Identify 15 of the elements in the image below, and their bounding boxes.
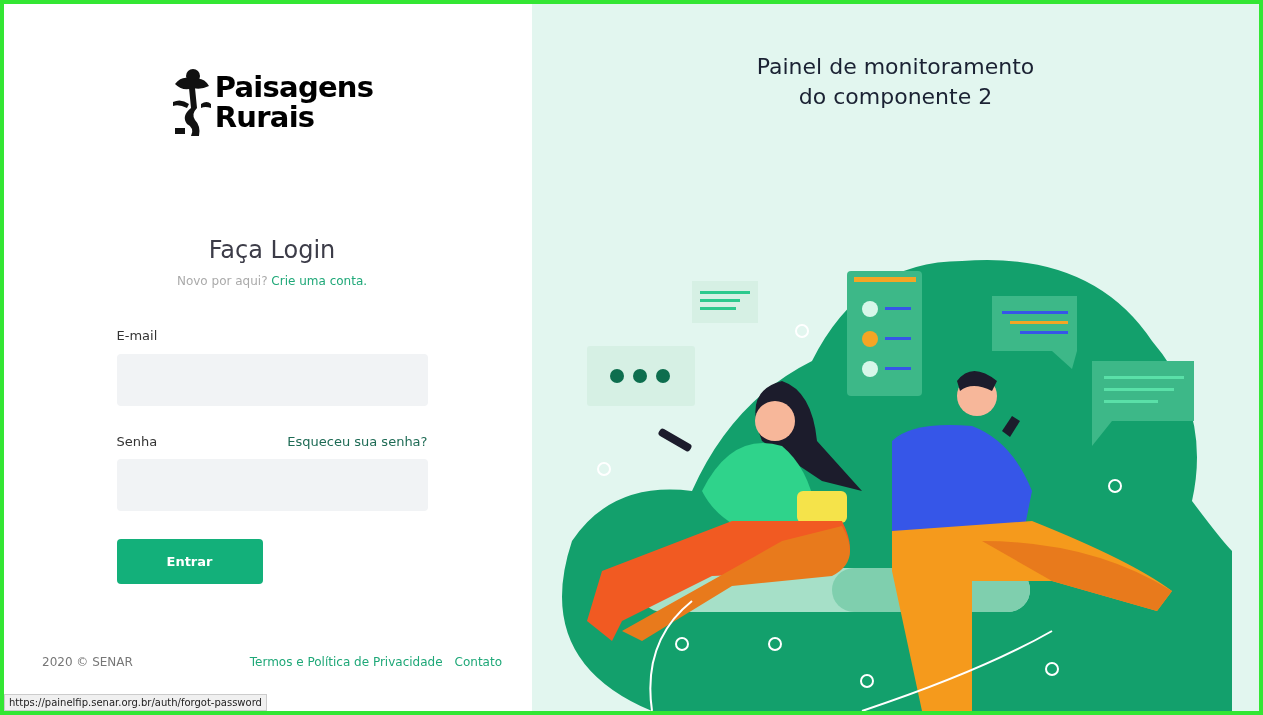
signup-link[interactable]: Crie uma conta.: [271, 274, 368, 288]
logo-text: Paisagens: [214, 72, 374, 102]
login-heading: Faça Login: [208, 235, 336, 266]
logo-text: Rurais: [214, 102, 315, 132]
signup-prompt: Novo por aqui? Crie uma conta.: [176, 273, 368, 290]
footer-link[interactable]: Termos e Política de Privacidade: [249, 653, 443, 671]
hero-title: Painel de monitoramento do componente 2: [755, 53, 1036, 111]
forgot-password-link[interactable]: Esqueceu sua senha?: [287, 431, 428, 451]
tree-logo-icon: [170, 68, 211, 136]
field-label: Senha: [116, 432, 158, 451]
field-label: E-mail: [116, 327, 158, 345]
footer-link[interactable]: Contato: [454, 653, 502, 671]
copyright-text: 2020 © SENAR: [42, 654, 133, 671]
status-bar-url: https://painelfip.senar.org.br/auth/forgot-password: [4, 694, 267, 711]
login-button[interactable]: Entrar: [116, 539, 263, 584]
